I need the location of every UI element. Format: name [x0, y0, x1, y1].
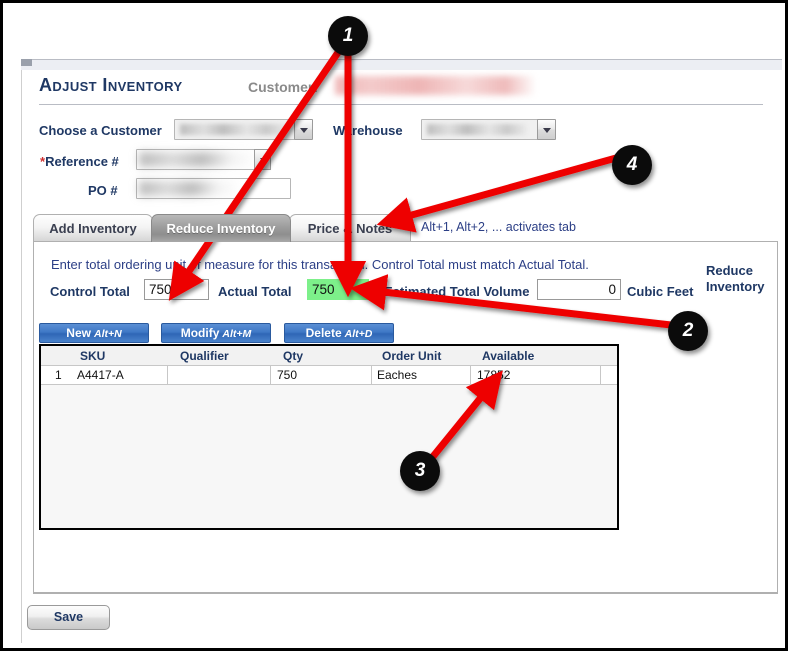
actual-total-input[interactable]: 750 [307, 279, 369, 300]
control-total-input[interactable]: 750 [144, 279, 209, 300]
callout-badge-2: 2 [668, 311, 708, 351]
delete-button-label: Delete [305, 326, 342, 340]
new-button[interactable]: New Alt+N [39, 323, 149, 343]
page-corner-nub [21, 59, 32, 66]
warehouse-dropdown-arrow-icon[interactable] [537, 119, 556, 140]
warehouse-select[interactable] [421, 119, 539, 140]
grid-header-qty[interactable]: Qty [283, 349, 303, 363]
estimated-total-volume-label: Estimated Total Volume [384, 284, 530, 299]
reference-field[interactable] [136, 149, 256, 170]
tab-price-and-notes[interactable]: Price & Notes [289, 214, 411, 242]
reference-value-redacted [139, 152, 253, 167]
row-number: 1 [55, 368, 62, 382]
title-row: Adjust Inventory Customer: [39, 75, 779, 105]
po-value-redacted [139, 181, 237, 196]
row-sku: A4417-A [77, 368, 124, 382]
choose-customer-dropdown-arrow-icon[interactable] [294, 119, 313, 140]
delete-button[interactable]: Delete Alt+D [284, 323, 394, 343]
warehouse-label: Warehouse [333, 123, 403, 138]
customer-label: Customer: [248, 79, 319, 95]
new-button-shortcut: Alt+N [93, 328, 122, 340]
grid-header-sku[interactable]: SKU [80, 349, 105, 363]
modify-button-shortcut: Alt+M [222, 328, 252, 340]
grid-header-order-unit[interactable]: Order Unit [382, 349, 441, 363]
reference-label: *Reference # [40, 154, 119, 169]
po-field[interactable] [136, 178, 291, 199]
row-order-unit: Eaches [377, 368, 418, 382]
grid-header-available[interactable]: Available [482, 349, 534, 363]
reference-dropdown-arrow-icon[interactable] [254, 149, 271, 170]
modify-button[interactable]: Modify Alt+M [161, 323, 271, 343]
control-total-label: Control Total [50, 284, 130, 299]
delete-button-shortcut: Alt+D [344, 328, 373, 340]
warehouse-value-redacted [427, 124, 527, 135]
footer-divider [33, 593, 778, 594]
choose-customer-label: Choose a Customer [39, 123, 162, 138]
reduce-inventory-note-line1: Reduce [706, 263, 753, 278]
callout-badge-3: 3 [400, 451, 440, 491]
row-available: 17852 [477, 368, 511, 382]
tab-reduce-inventory[interactable]: Reduce Inventory [151, 214, 291, 242]
estimated-total-volume-input[interactable]: 0 [537, 279, 621, 300]
reference-label-text: Reference # [45, 154, 119, 169]
actual-total-label: Actual Total [218, 284, 292, 299]
tab-strip: Add Inventory Reduce Inventory Price & N… [33, 214, 778, 242]
tab-keyboard-hint: Alt+1, Alt+2, ... activates tab [421, 220, 576, 234]
title-divider [39, 104, 763, 105]
screenshot-root: Adjust Inventory Customer: Choose a Cust… [0, 0, 788, 651]
reduce-inventory-note: Reduce Inventory [706, 263, 778, 295]
row-qty: 750 [277, 368, 298, 382]
new-button-label: New [66, 326, 91, 340]
callout-badge-4: 4 [612, 145, 652, 185]
panel-helper-text: Enter total ordering unit of measure for… [51, 257, 589, 272]
page-top-strip [21, 59, 782, 70]
cubic-feet-label: Cubic Feet [627, 284, 694, 299]
choose-customer-value-redacted [180, 124, 288, 135]
table-row[interactable]: 1 A4417-A 750 Eaches 17852 [41, 366, 617, 385]
customer-value-redacted [335, 76, 535, 95]
grid-header-row: SKU Qualifier Qty Order Unit Available [41, 346, 617, 366]
inventory-grid[interactable]: SKU Qualifier Qty Order Unit Available 1… [39, 344, 619, 530]
grid-header-qualifier[interactable]: Qualifier [180, 349, 229, 363]
tab-add-inventory[interactable]: Add Inventory [33, 214, 153, 242]
grid-empty-area[interactable] [41, 385, 617, 528]
choose-customer-select[interactable] [174, 119, 299, 140]
save-button[interactable]: Save [27, 605, 110, 630]
page-title: Adjust Inventory [39, 75, 183, 95]
modify-button-label: Modify [180, 326, 220, 340]
callout-badge-1: 1 [328, 16, 368, 56]
reduce-inventory-note-line2: Inventory [706, 279, 765, 294]
po-label: PO # [88, 183, 118, 198]
